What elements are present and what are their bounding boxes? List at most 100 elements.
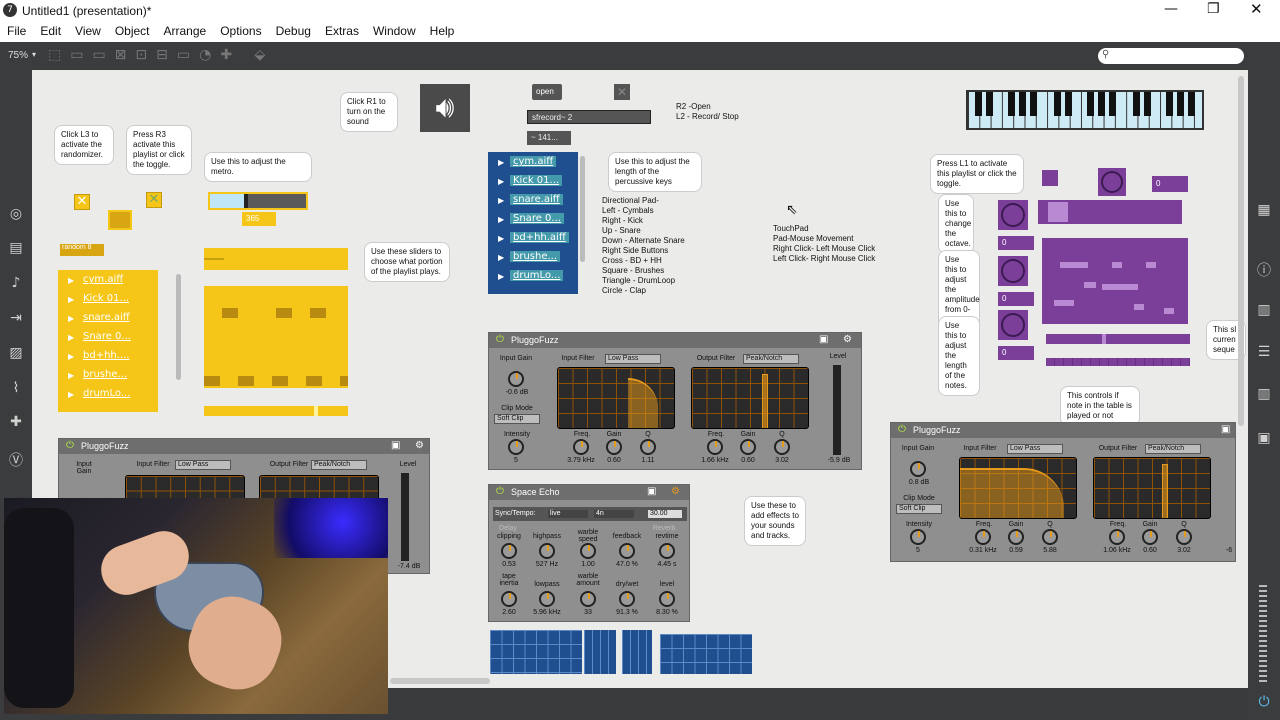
- zoom-select[interactable]: 75%: [8, 50, 28, 61]
- vertical-scrollbar[interactable]: [1238, 76, 1244, 426]
- clip-mode-select[interactable]: Soft Clip: [896, 504, 942, 514]
- record-toggle[interactable]: ✕: [614, 84, 630, 100]
- power-icon[interactable]: ⏻: [66, 440, 74, 451]
- out-gain-knob[interactable]: [1142, 529, 1158, 545]
- purple-dial-top[interactable]: [1098, 168, 1126, 196]
- note-length-number[interactable]: 0: [998, 346, 1034, 360]
- input-filter-display[interactable]: [557, 367, 675, 429]
- playlist-left[interactable]: ▶ cym.aiff ▶ Kick 01... ▶ snare.aiff ▶ Snare…: [58, 270, 181, 412]
- blue-grid-3[interactable]: [622, 630, 652, 674]
- sequence-icon[interactable]: ⇥: [6, 310, 26, 330]
- settings-icon[interactable]: ⚙: [415, 440, 424, 451]
- random-button[interactable]: random 8: [60, 244, 104, 256]
- blue-grid-2[interactable]: [584, 630, 616, 674]
- list-icon[interactable]: ☰: [1254, 344, 1274, 364]
- v-icon[interactable]: Ⓥ: [6, 450, 26, 470]
- menu-view[interactable]: View: [68, 22, 108, 38]
- in-freq-knob[interactable]: [573, 439, 589, 455]
- volume-slider[interactable]: [1259, 585, 1267, 685]
- menu-object[interactable]: Object: [108, 22, 157, 38]
- revtime-knob[interactable]: [659, 543, 675, 559]
- inertia-knob[interactable]: [501, 591, 517, 607]
- output-filter-display[interactable]: [1093, 457, 1211, 519]
- power-icon[interactable]: ⏻: [1254, 694, 1274, 714]
- zoom-dropdown-icon[interactable]: ▾: [32, 50, 36, 59]
- piano-keyboard[interactable]: [966, 90, 1204, 130]
- list-item[interactable]: ▶ drumLo...: [58, 386, 158, 405]
- octave-dial[interactable]: [998, 200, 1028, 230]
- camera-icon[interactable]: ▣: [1254, 430, 1274, 450]
- purple-play-row[interactable]: [1046, 358, 1190, 366]
- out-freq-knob[interactable]: [707, 439, 723, 455]
- film-icon[interactable]: ▤: [6, 240, 26, 260]
- list-item[interactable]: ▶ brushe...: [488, 249, 578, 268]
- amplitude-dial[interactable]: [998, 256, 1028, 286]
- list-item[interactable]: ▶ snare.aiff: [58, 310, 158, 329]
- randomizer-toggle[interactable]: ✕: [74, 194, 90, 210]
- settings-icon[interactable]: ⚙: [843, 334, 852, 345]
- clipping-knob[interactable]: [501, 543, 517, 559]
- grid-icon[interactable]: ▦: [1254, 202, 1274, 222]
- info-icon[interactable]: ⓘ: [1254, 260, 1274, 280]
- intensity-knob[interactable]: [910, 529, 926, 545]
- open-button[interactable]: open: [532, 84, 562, 100]
- out-q-knob[interactable]: [774, 439, 790, 455]
- paperclip-icon[interactable]: ⌇: [6, 380, 26, 400]
- menu-debug[interactable]: Debug: [269, 22, 318, 38]
- purple-number-top[interactable]: 0: [1152, 176, 1188, 192]
- in-freq-knob[interactable]: [975, 529, 991, 545]
- output-filter-select[interactable]: Peak/Notch: [1145, 444, 1201, 454]
- output-filter-select[interactable]: Peak/Notch: [311, 460, 367, 470]
- list-item[interactable]: ▶ bd+hh....: [58, 348, 158, 367]
- list-item[interactable]: ▶ cym.aiff: [58, 272, 158, 291]
- playlist-mid-scrollbar[interactable]: [580, 156, 585, 262]
- power-icon[interactable]: ⏻: [898, 424, 906, 435]
- step-scrubber[interactable]: [204, 406, 348, 416]
- purple-toggle[interactable]: [1042, 170, 1058, 186]
- list-item[interactable]: ▶ cym.aiff: [488, 154, 578, 173]
- camera-icon[interactable]: ▣: [391, 440, 400, 451]
- lowpass-knob[interactable]: [539, 591, 555, 607]
- target-icon[interactable]: ◎: [6, 206, 26, 226]
- music-icon[interactable]: ♪: [6, 275, 26, 295]
- power-icon[interactable]: ⏻: [496, 334, 504, 345]
- in-gain-knob[interactable]: [606, 439, 622, 455]
- output-filter-select[interactable]: Peak/Notch: [743, 354, 799, 364]
- in-q-knob[interactable]: [1042, 529, 1058, 545]
- out-freq-knob[interactable]: [1109, 529, 1125, 545]
- list-item[interactable]: ▶ drumLo...: [488, 268, 578, 287]
- sfrecord-object[interactable]: sfrecord~ 2: [527, 110, 651, 124]
- list-item[interactable]: ▶ brushe...: [58, 367, 158, 386]
- clip-mode-select[interactable]: Soft Clip: [494, 414, 540, 424]
- range-slider[interactable]: [204, 248, 348, 270]
- wspeed-knob[interactable]: [580, 543, 596, 559]
- tool-icons[interactable]: ⬚▭▭⊠⊡⊟▭◔✚ ⬙: [48, 47, 274, 63]
- highpass-knob[interactable]: [539, 543, 555, 559]
- menu-edit[interactable]: Edit: [33, 22, 68, 38]
- tempo-number[interactable]: ~ 141...: [527, 131, 571, 145]
- purple-step-grid[interactable]: [1042, 238, 1188, 324]
- bang-button[interactable]: [108, 210, 132, 230]
- input-gain-knob[interactable]: [508, 371, 524, 387]
- out-q-knob[interactable]: [1176, 529, 1192, 545]
- intensity-knob[interactable]: [508, 439, 524, 455]
- note-length-dial[interactable]: [998, 310, 1028, 340]
- camera-icon[interactable]: ▣: [1221, 424, 1230, 435]
- search-input[interactable]: ⚲: [1098, 48, 1244, 64]
- wamount-knob[interactable]: [580, 591, 596, 607]
- list-item[interactable]: ▶ bd+hh.aiff: [488, 230, 578, 249]
- list-item[interactable]: ▶ Snare 0...: [488, 211, 578, 230]
- image-icon[interactable]: ▨: [6, 345, 26, 365]
- camera-icon[interactable]: ▣: [819, 334, 828, 345]
- metro-number[interactable]: 365: [242, 212, 276, 226]
- menu-options[interactable]: Options: [213, 22, 268, 38]
- columns-icon[interactable]: ▥: [1254, 386, 1274, 406]
- input-filter-select[interactable]: Low Pass: [605, 354, 661, 364]
- menu-file[interactable]: File: [0, 22, 33, 38]
- list-item[interactable]: ▶ Snare 0...: [58, 329, 158, 348]
- power-icon[interactable]: ⏻: [496, 486, 504, 497]
- settings-icon[interactable]: ⚙: [671, 486, 680, 497]
- menu-extras[interactable]: Extras: [318, 22, 366, 38]
- in-q-knob[interactable]: [640, 439, 656, 455]
- close-icon[interactable]: ✕: [1250, 0, 1263, 18]
